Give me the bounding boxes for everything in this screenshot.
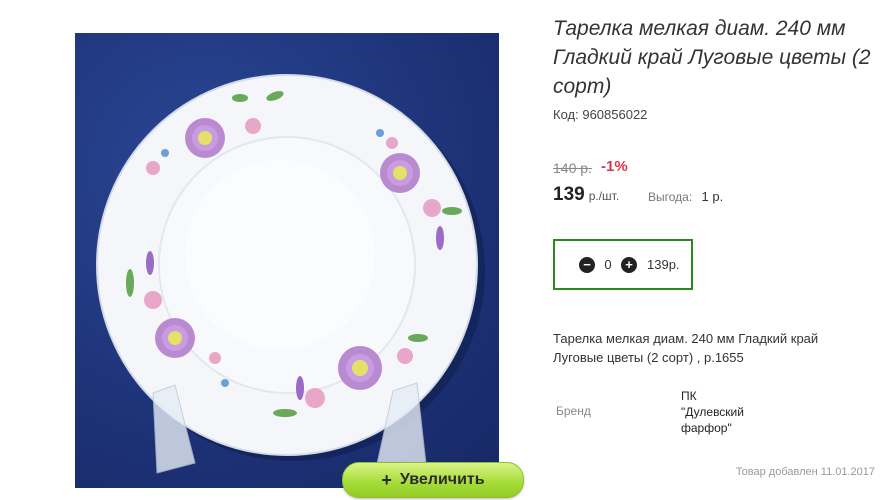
minus-icon[interactable]: − xyxy=(579,256,595,273)
price-unit: р./шт. xyxy=(588,189,620,203)
product-description: Тарелка мелкая диам. 240 мм Гладкий край… xyxy=(553,331,819,365)
quantity-value[interactable]: 0 xyxy=(603,257,613,272)
code-value: 960856022 xyxy=(582,107,648,122)
brand-label: Бренд xyxy=(556,404,591,418)
discount-badge: -1% xyxy=(601,158,628,175)
code-label: Код: xyxy=(553,107,579,122)
benefit-value: 1 р. xyxy=(701,189,724,204)
quantity-sum: 139р. xyxy=(647,257,680,272)
zoom-label: Увеличить xyxy=(399,471,485,488)
plus-icon: + xyxy=(381,469,392,490)
price-row: 139 р./шт. xyxy=(553,184,619,206)
product-code: Код: 960856022 xyxy=(553,107,647,122)
zoom-button[interactable]: + Увеличить xyxy=(342,462,524,498)
old-price: 140 р. xyxy=(553,160,592,176)
price-value: 139 xyxy=(553,184,585,205)
plate-image xyxy=(96,74,485,474)
benefit-label: Выгода: xyxy=(648,190,693,204)
product-title: Тарелка мелкая диам. 240 мм Гладкий край… xyxy=(553,17,871,98)
brand-value[interactable]: ПК "Дулевский фарфор" xyxy=(681,388,801,436)
quantity-stepper: − 0 + 139р. xyxy=(553,239,693,290)
product-photo[interactable] xyxy=(75,33,499,488)
added-date: Товар добавлен 11.01.2017 xyxy=(735,466,875,478)
benefit: Выгода: 1 р. xyxy=(648,189,723,204)
plus-icon[interactable]: + xyxy=(621,256,637,273)
